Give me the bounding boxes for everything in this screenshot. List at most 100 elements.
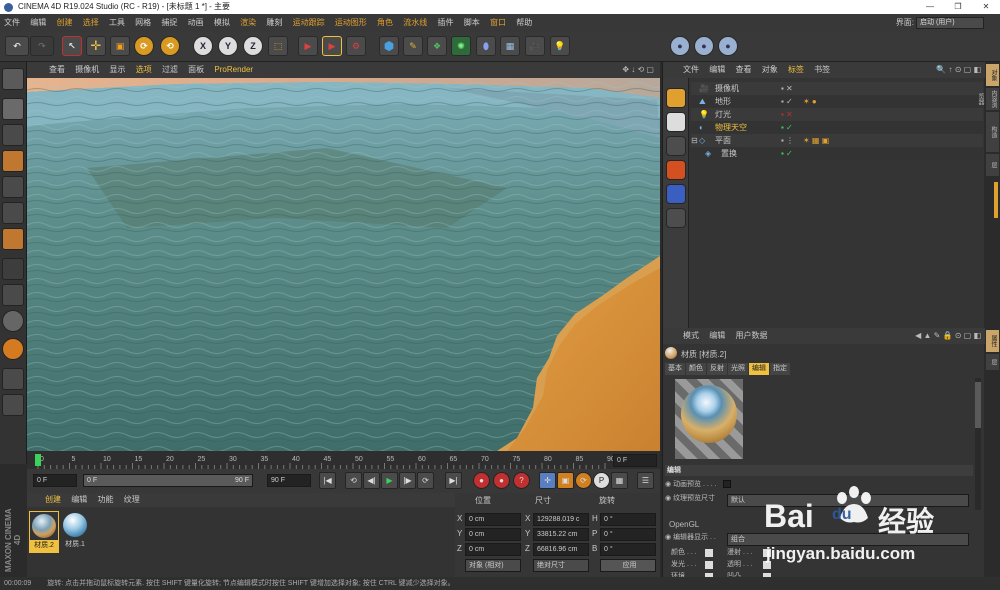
close-button[interactable]: ✕: [972, 0, 1000, 14]
object-row[interactable]: ⊟ ◇ 平面 ▪ ⋮ ✶ ▦ ▣: [691, 134, 983, 147]
viewport-menu-panel[interactable]: 面板: [184, 62, 208, 78]
subdivision-surface-icon[interactable]: ❖: [427, 36, 447, 56]
object-row[interactable]: 🎥 摄像机 ▪ ✕: [691, 82, 983, 95]
z-axis-lock-button[interactable]: Z: [243, 36, 263, 56]
obj-menu-bookmarks[interactable]: 书签: [810, 62, 834, 78]
planar-workplane-icon[interactable]: [2, 394, 24, 416]
menu-snap[interactable]: 捕捉: [157, 14, 181, 32]
right-tab-objects[interactable]: 对象: [986, 64, 999, 86]
scale-tool-icon[interactable]: ▣: [110, 36, 130, 56]
array-generator-icon[interactable]: ✺: [451, 36, 471, 56]
menu-script[interactable]: 脚本: [460, 14, 484, 32]
material-tag-icon[interactable]: ✶ ▦ ▣: [803, 134, 829, 147]
material-menu-function[interactable]: 功能: [93, 495, 117, 504]
workplane-mode-icon[interactable]: [2, 150, 24, 172]
visibility-toggle-icon[interactable]: ▪ ⋮: [781, 134, 794, 147]
menu-file[interactable]: 文件: [0, 14, 24, 32]
live-select-tool-icon[interactable]: ↖: [62, 36, 82, 56]
next-key-icon[interactable]: ⟳: [417, 472, 434, 489]
right-tab-layer[interactable]: 层: [986, 354, 999, 370]
move-tool-icon[interactable]: ✛: [86, 36, 106, 56]
axis-mode-icon[interactable]: [2, 258, 24, 280]
viewport-menu-camera[interactable]: 摄像机: [71, 62, 103, 78]
magnet-snap-icon[interactable]: [2, 338, 24, 360]
coordinate-mode-select[interactable]: 对象 (相对): [465, 559, 521, 572]
y-axis-lock-button[interactable]: Y: [218, 36, 238, 56]
attr-tab-basic[interactable]: 基本: [665, 363, 685, 375]
animated-preview-checkbox[interactable]: [722, 480, 731, 489]
render-view-icon[interactable]: ▶: [298, 36, 318, 56]
menu-edit[interactable]: 编辑: [26, 14, 50, 32]
lock-workplane-icon[interactable]: [2, 368, 24, 390]
size-z-field[interactable]: 66816.96 cm: [533, 543, 589, 556]
solo-mode-icon[interactable]: [2, 310, 24, 332]
frame-range-slider[interactable]: 0 F 90 F: [83, 474, 253, 487]
attr-menu-mode[interactable]: 模式: [679, 331, 703, 340]
menu-character[interactable]: 角色: [373, 14, 397, 32]
points-mode-icon[interactable]: [2, 176, 24, 198]
timeline-playhead[interactable]: [35, 454, 41, 466]
menu-mesh[interactable]: 网格: [131, 14, 155, 32]
menu-plugins[interactable]: 插件: [434, 14, 458, 32]
camera-object-icon[interactable]: 🎥: [525, 36, 545, 56]
go-to-start-icon[interactable]: |◀: [319, 472, 336, 489]
obj-menu-file[interactable]: 文件: [679, 62, 703, 78]
light-object-icon[interactable]: 💡: [550, 36, 570, 56]
deformer-icon[interactable]: ⬮: [476, 36, 496, 56]
key-position-icon[interactable]: ✛: [539, 472, 556, 489]
visibility-toggle-icon[interactable]: ▪ ✕: [781, 108, 793, 121]
obj-menu-view[interactable]: 查看: [731, 62, 755, 78]
viewport-menu-display[interactable]: 显示: [105, 62, 129, 78]
layout-select[interactable]: 启动 (用户): [916, 17, 984, 29]
material-menu-create[interactable]: 创建: [41, 495, 65, 504]
viewport-menu-filter[interactable]: 过滤: [158, 62, 182, 78]
material-shading-icon[interactable]: [666, 160, 686, 180]
right-tab-layers[interactable]: 层: [986, 154, 999, 176]
play-forward-icon[interactable]: ▶: [381, 472, 398, 489]
pen-spline-icon[interactable]: ✎: [403, 36, 423, 56]
start-frame-field[interactable]: 0 F: [33, 474, 77, 487]
obj-search-icon[interactable]: 🔍 ↑ ⊙ ▢ ◧: [936, 62, 981, 78]
timeline-ruler[interactable]: 0 5 10 15 20 25 30 35 40 45 50 55 60 65 70 75 80 85 90 0 F: [27, 451, 660, 469]
object-row[interactable]: ⛰ 地形 ▪ ✓ ✶ ●: [691, 95, 983, 108]
rotation-p-field[interactable]: 0 °: [600, 528, 656, 541]
attr-tab-reflectance[interactable]: 反射: [707, 363, 727, 375]
material-menu-texture[interactable]: 纹理: [120, 495, 144, 504]
previous-key-icon[interactable]: ⟲: [345, 472, 362, 489]
viewport-nav-icons[interactable]: ✥ ↓ ⟲ ▢: [622, 62, 654, 78]
dynamics-icon[interactable]: [666, 184, 686, 204]
position-x-field[interactable]: 0 cm: [465, 513, 521, 526]
style-s-icon[interactable]: [666, 112, 686, 132]
rotation-b-field[interactable]: 0 °: [600, 543, 656, 556]
rotation-h-field[interactable]: 0 °: [600, 513, 656, 526]
visibility-toggle-icon[interactable]: ▪ ✓: [781, 95, 793, 108]
edges-mode-icon[interactable]: [2, 202, 24, 224]
auto-keying-icon[interactable]: ●: [493, 472, 510, 489]
menu-sculpt[interactable]: 雕刻: [262, 14, 286, 32]
channel-checkbox[interactable]: [705, 561, 713, 569]
apply-button[interactable]: 应用: [600, 559, 656, 572]
sketch-pen-icon[interactable]: [666, 136, 686, 156]
expand-icon[interactable]: ⊟: [691, 134, 698, 147]
floor-object-icon[interactable]: ▦: [500, 36, 520, 56]
channel-checkbox[interactable]: [705, 549, 713, 557]
size-y-field[interactable]: 33815.22 cm: [533, 528, 589, 541]
obj-menu-tags[interactable]: 标签: [784, 62, 808, 78]
menu-render[interactable]: 渲染: [236, 14, 260, 32]
attr-nav-icons[interactable]: ◀ ▲ ✎ 🔒 ⊙ ▢ ◧: [915, 328, 981, 344]
viewport-menu-options[interactable]: 选项: [132, 62, 156, 78]
next-frame-icon[interactable]: |▶: [399, 472, 416, 489]
model-mode-icon[interactable]: [2, 98, 24, 120]
object-row[interactable]: 💡 灯光 ▪ ✕: [691, 108, 983, 121]
visibility-toggle-icon[interactable]: ▪ ✓: [781, 121, 793, 134]
attr-tab-assign[interactable]: 指定: [770, 363, 790, 375]
menu-select[interactable]: 选择: [79, 14, 103, 32]
viewport-menu-view[interactable]: 查看: [45, 62, 69, 78]
size-mode-select[interactable]: 绝对尺寸: [533, 559, 589, 572]
attr-menu-user-data[interactable]: 用户数据: [731, 331, 771, 340]
right-tab-attributes[interactable]: 属性: [986, 330, 999, 352]
size-x-field[interactable]: 129288.019 c: [533, 513, 589, 526]
material-tag-icon[interactable]: ✶ ●: [803, 95, 817, 108]
make-editable-icon[interactable]: [2, 68, 24, 90]
end-frame-field[interactable]: 90 F: [267, 474, 311, 487]
